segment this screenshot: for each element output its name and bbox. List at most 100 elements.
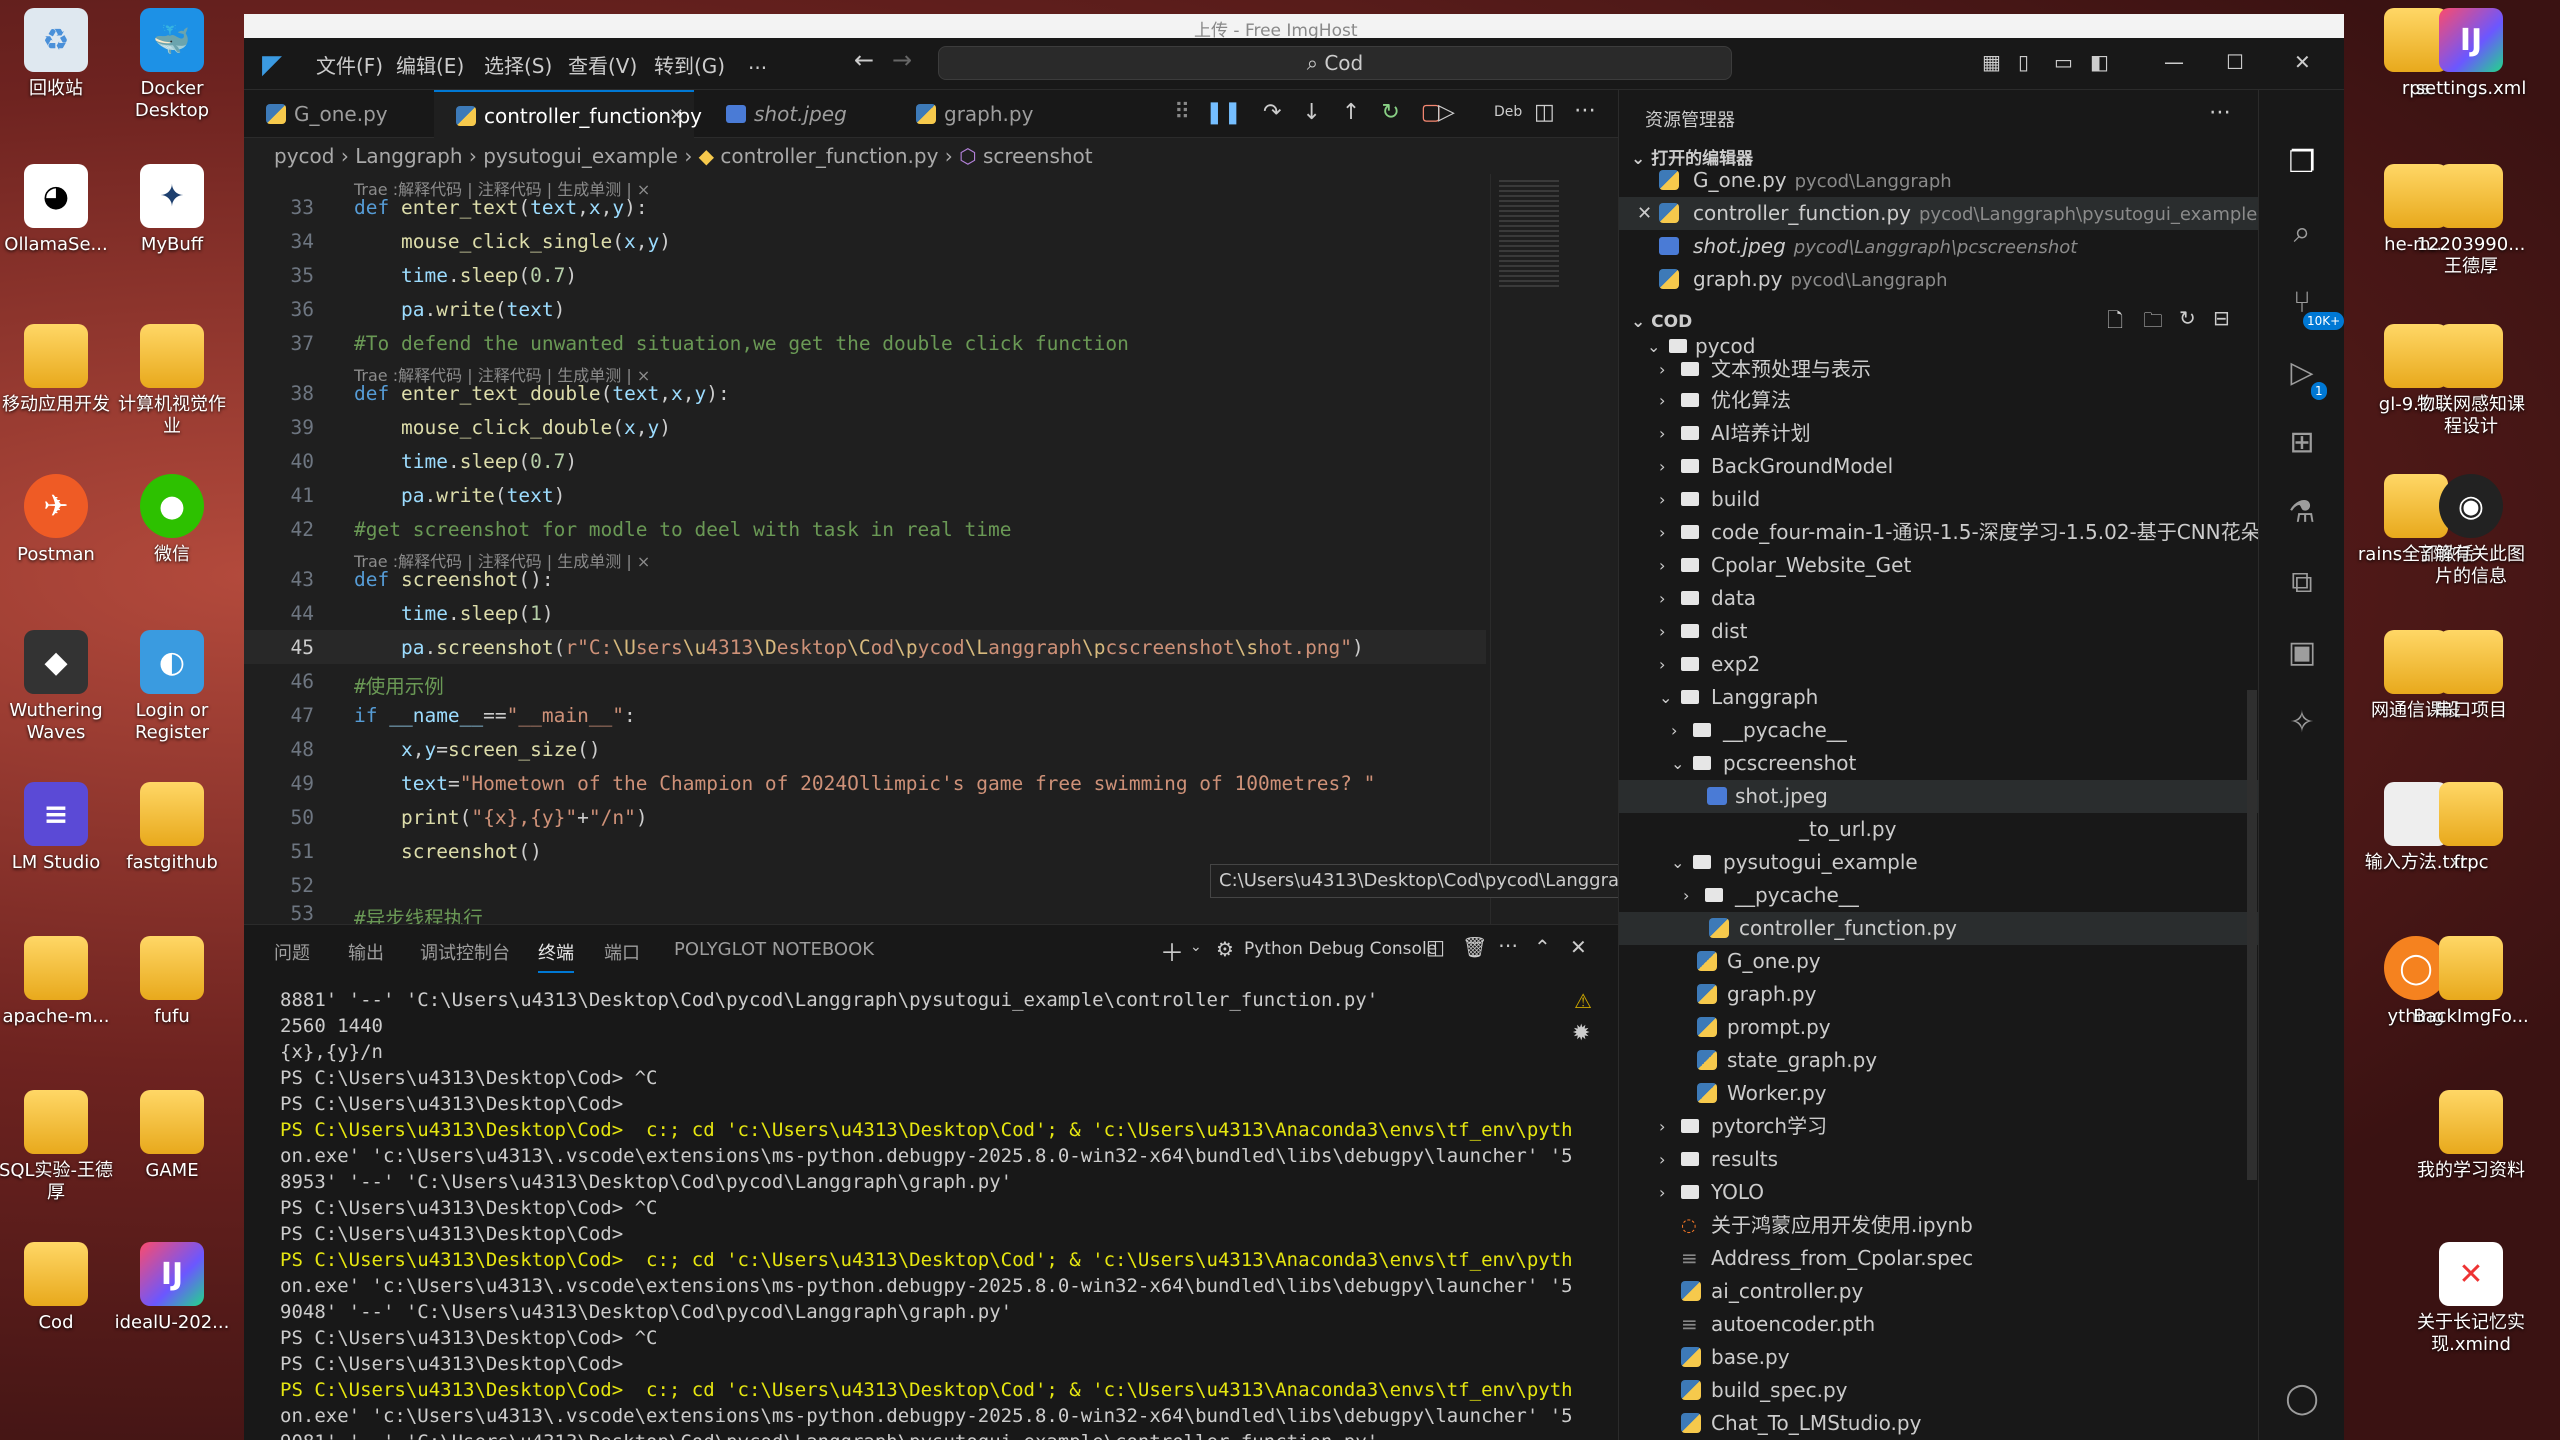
tree-folder[interactable]: ⌄ pcscreenshot bbox=[1619, 747, 2259, 780]
tree-file[interactable]: ◌ 关于鸿蒙应用开发使用.ipynb bbox=[1619, 1209, 2259, 1242]
breadcrumb-item[interactable]: Langgraph bbox=[355, 144, 462, 168]
desktop-icon-folder-mobile[interactable]: 移动应用开发 bbox=[0, 318, 112, 468]
desktop-icon-wechat[interactable]: ● 微信 bbox=[116, 468, 228, 618]
maximize-panel-icon[interactable]: ⌃ bbox=[1534, 935, 1551, 959]
drag-handle-icon[interactable]: ⠿ bbox=[1174, 100, 1190, 125]
desktop-icon-12203990[interactable]: 12203990... 王德厚 bbox=[2415, 158, 2527, 308]
ai-assistant-icon[interactable]: ✧ bbox=[2283, 704, 2321, 742]
tab-problems[interactable]: 问题 bbox=[274, 939, 310, 965]
layout-customize-icon[interactable]: ▦ bbox=[1982, 50, 2001, 74]
tree-folder[interactable]: › YOLO bbox=[1619, 1176, 2259, 1209]
tree-file[interactable]: ≡ Address_from_Cpolar.spec bbox=[1619, 1242, 2259, 1275]
open-editor-item[interactable]: graph.py pycod\Langgraph bbox=[1619, 263, 2259, 296]
minimap[interactable] bbox=[1490, 174, 1618, 924]
desktop-icon-recycle-bin[interactable]: ♻ 回收站 bbox=[0, 2, 112, 152]
testing-icon[interactable]: ⚗ bbox=[2283, 494, 2321, 532]
restart-icon[interactable]: ↻ bbox=[1381, 100, 1399, 125]
forward-arrow-icon[interactable]: → bbox=[892, 46, 912, 74]
desktop-icon-backimg[interactable]: BackImgFo... bbox=[2413, 930, 2529, 1080]
tree-folder[interactable]: › data bbox=[1619, 582, 2259, 615]
tree-file[interactable]: controller_function.py bbox=[1619, 912, 2259, 945]
menu-go[interactable]: 转到(G) bbox=[654, 50, 725, 79]
tree-file[interactable]: ai_controller.py bbox=[1619, 1275, 2259, 1308]
tab-polyglot-notebook[interactable]: POLYGLOT NOTEBOOK bbox=[674, 939, 874, 960]
scrollbar[interactable] bbox=[2247, 690, 2257, 1180]
back-arrow-icon[interactable]: ← bbox=[854, 46, 874, 74]
tab-graph[interactable]: graph.py bbox=[894, 90, 1064, 138]
menu-more[interactable]: ... bbox=[748, 50, 767, 74]
refresh-icon[interactable]: ↻ bbox=[2179, 306, 2196, 330]
close-panel-icon[interactable]: ✕ bbox=[1570, 935, 1587, 959]
step-into-icon[interactable]: ↓ bbox=[1302, 100, 1320, 125]
tree-folder[interactable]: › 文本预处理与表示 bbox=[1619, 353, 2259, 386]
tree-file[interactable]: G_one.py bbox=[1619, 945, 2259, 978]
tree-file[interactable]: build_spec.py bbox=[1619, 1374, 2259, 1407]
tree-file[interactable]: _to_url.py bbox=[1619, 813, 2259, 846]
explorer-icon[interactable]: ❐ bbox=[2283, 144, 2321, 182]
menu-view[interactable]: 查看(V) bbox=[568, 50, 637, 79]
chevron-down-icon[interactable]: ⌄ bbox=[1190, 939, 1202, 955]
tree-file[interactable]: shot.jpeg bbox=[1619, 780, 2259, 813]
desktop-icon-game[interactable]: GAME bbox=[116, 1084, 228, 1234]
tree-folder[interactable]: › pytorch学习 bbox=[1619, 1110, 2259, 1143]
breadcrumb-item[interactable]: pysutogui_example bbox=[483, 144, 678, 168]
tree-file[interactable]: prompt.py bbox=[1619, 1011, 2259, 1044]
tree-folder[interactable]: › build bbox=[1619, 483, 2259, 516]
search-icon[interactable]: ⌕ bbox=[2283, 214, 2321, 252]
collapse-all-icon[interactable]: ⊟ bbox=[2213, 306, 2230, 330]
more-icon[interactable]: ⋯ bbox=[2209, 100, 2231, 125]
pause-icon[interactable]: ❚❚ bbox=[1205, 100, 1242, 125]
desktop-icon-login[interactable]: ◐ Login or Register bbox=[116, 624, 228, 774]
close-window-icon[interactable]: ✕ bbox=[2294, 50, 2311, 74]
desktop-icon-settings-xml[interactable]: IJ settings.xml bbox=[2415, 2, 2527, 152]
close-tab-icon[interactable]: ✕ bbox=[669, 92, 684, 140]
breadcrumb-item[interactable]: screenshot bbox=[983, 144, 1093, 168]
desktop-icon-lmstudio[interactable]: ≡ LM Studio bbox=[0, 776, 112, 926]
tab-g-one[interactable]: G_one.py bbox=[244, 90, 424, 138]
tree-file[interactable]: graph.py bbox=[1619, 978, 2259, 1011]
desktop-icon-apache[interactable]: apache-m... bbox=[0, 930, 112, 1080]
tree-folder[interactable]: ⌄ Langgraph bbox=[1619, 681, 2259, 714]
breadcrumb-item[interactable]: pycod bbox=[274, 144, 334, 168]
desktop-icon-cod[interactable]: Cod bbox=[0, 1236, 112, 1386]
desktop-icon-mybuff[interactable]: ✦ MyBuff bbox=[116, 158, 228, 308]
tree-folder[interactable]: › __pycache__ bbox=[1619, 879, 2259, 912]
desktop-icon-xmind[interactable]: ✕ 关于长记忆实现.xmind bbox=[2415, 1236, 2527, 1386]
open-editor-item[interactable]: shot.jpeg pycod\Langgraph\pcscreenshot bbox=[1619, 230, 2259, 263]
tab-shot-jpeg[interactable]: shot.jpeg bbox=[704, 90, 884, 138]
tree-folder[interactable]: › AI培养计划 bbox=[1619, 417, 2259, 450]
tab-terminal[interactable]: 终端 bbox=[538, 939, 574, 973]
desktop-icon-frpc[interactable]: frpc bbox=[2415, 776, 2527, 926]
terminal-instance-label[interactable]: Python Debug Console bbox=[1244, 939, 1437, 959]
extensions-icon[interactable]: ⊞ bbox=[2283, 424, 2321, 462]
trash-icon[interactable]: 🗑 bbox=[1462, 935, 1487, 959]
desktop-icon-wuthering[interactable]: ◆ Wuthering Waves bbox=[0, 624, 112, 774]
toggle-panel-icon[interactable]: ▭ bbox=[2054, 50, 2073, 74]
tree-folder[interactable]: › exp2 bbox=[1619, 648, 2259, 681]
close-icon[interactable]: ✕ bbox=[1637, 197, 1652, 230]
tree-file[interactable]: state_graph.py bbox=[1619, 1044, 2259, 1077]
split-editor-icon[interactable]: ◫ bbox=[1534, 100, 1555, 125]
terminal-output[interactable]: 8881' '--' 'C:\Users\u4313\Desktop\Cod\p… bbox=[280, 987, 1590, 1440]
debug-label-icon[interactable]: Deb bbox=[1494, 104, 1522, 120]
tab-controller-function[interactable]: controller_function.py ✕ bbox=[434, 90, 702, 140]
desktop-icon-fufu[interactable]: fufu bbox=[116, 930, 228, 1080]
desktop-icon-sql[interactable]: SQL实验-王德厚 bbox=[0, 1084, 113, 1234]
tree-folder[interactable]: › Cpolar_Website_Get bbox=[1619, 549, 2259, 582]
step-over-icon[interactable]: ↷ bbox=[1263, 100, 1281, 125]
toggle-sidebar-icon[interactable]: ▯ bbox=[2018, 50, 2029, 74]
desktop-icon-idea[interactable]: IJ idealU-202... bbox=[115, 1236, 229, 1386]
tree-folder[interactable]: › BackGroundModel bbox=[1619, 450, 2259, 483]
tree-folder[interactable]: › __pycache__ bbox=[1619, 714, 2259, 747]
tree-folder[interactable]: › results bbox=[1619, 1143, 2259, 1176]
minimize-icon[interactable]: — bbox=[2164, 50, 2184, 74]
tree-file[interactable]: base.py bbox=[1619, 1341, 2259, 1374]
code-editor[interactable]: Trae :解释代码 | 注释代码 | 生成单测 | × 33 def ente… bbox=[244, 174, 1618, 924]
maximize-icon[interactable]: ☐ bbox=[2226, 50, 2244, 74]
new-terminal-icon[interactable]: ＋ bbox=[1160, 933, 1184, 968]
breadcrumb-item[interactable]: controller_function.py bbox=[720, 144, 938, 168]
desktop-icon-postman[interactable]: ✈ Postman bbox=[0, 468, 112, 618]
run-icon[interactable]: ▷ bbox=[1438, 100, 1455, 125]
desktop-icon-iot[interactable]: 物联网感知课程设计 bbox=[2415, 318, 2527, 468]
more-icon[interactable]: ⋯ bbox=[1498, 933, 1518, 957]
